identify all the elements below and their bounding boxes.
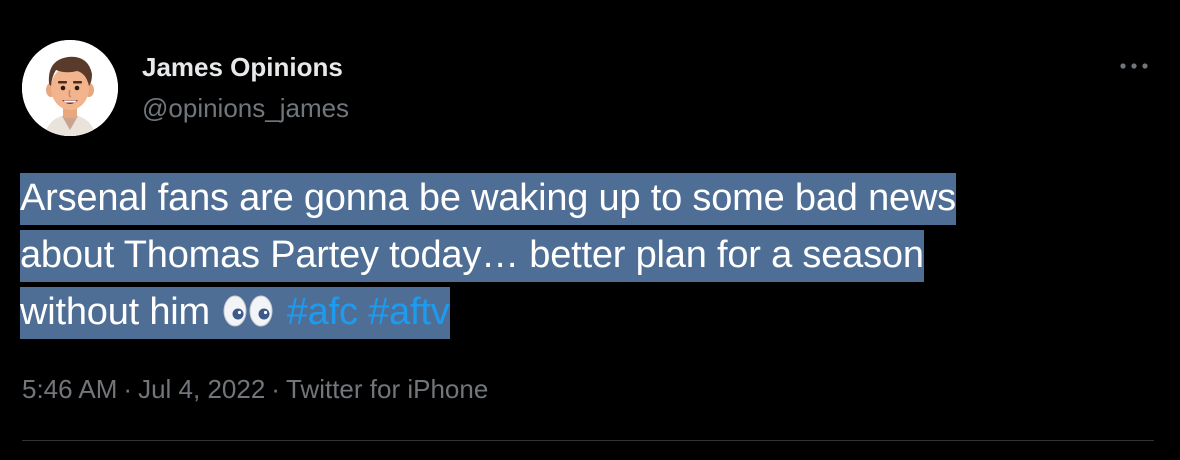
tweet-text-line: about Thomas Partey today… better plan f… xyxy=(20,230,924,282)
more-horizontal-icon xyxy=(1120,63,1148,69)
meta-separator: · xyxy=(271,374,280,404)
tweet-time[interactable]: 5:46 AM xyxy=(22,374,117,404)
avatar[interactable] xyxy=(22,40,118,136)
author-handle[interactable]: @opinions_james xyxy=(142,92,349,124)
eyes-emoji-icon xyxy=(222,288,274,345)
hashtag-aftv[interactable]: #aftv xyxy=(368,291,450,333)
hashtag-afc[interactable]: #afc xyxy=(287,291,358,333)
tweet-text-line: Arsenal fans are gonna be waking up to s… xyxy=(20,173,956,225)
cartoon-man-avatar-icon xyxy=(22,40,118,136)
author-display-name[interactable]: James Opinions xyxy=(142,51,343,83)
more-options-button[interactable] xyxy=(1112,52,1156,80)
tweet-date[interactable]: Jul 4, 2022 xyxy=(138,374,265,404)
meta-separator: · xyxy=(123,374,133,404)
divider xyxy=(22,440,1154,441)
tweet-meta: 5:46 AM · Jul 4, 2022 · Twitter for iPhone xyxy=(22,373,488,405)
tweet-text-line: without him xyxy=(20,291,210,333)
tweet-text: Arsenal fans are gonna be waking up to s… xyxy=(20,170,1160,345)
tweet-source[interactable]: Twitter for iPhone xyxy=(286,374,488,404)
